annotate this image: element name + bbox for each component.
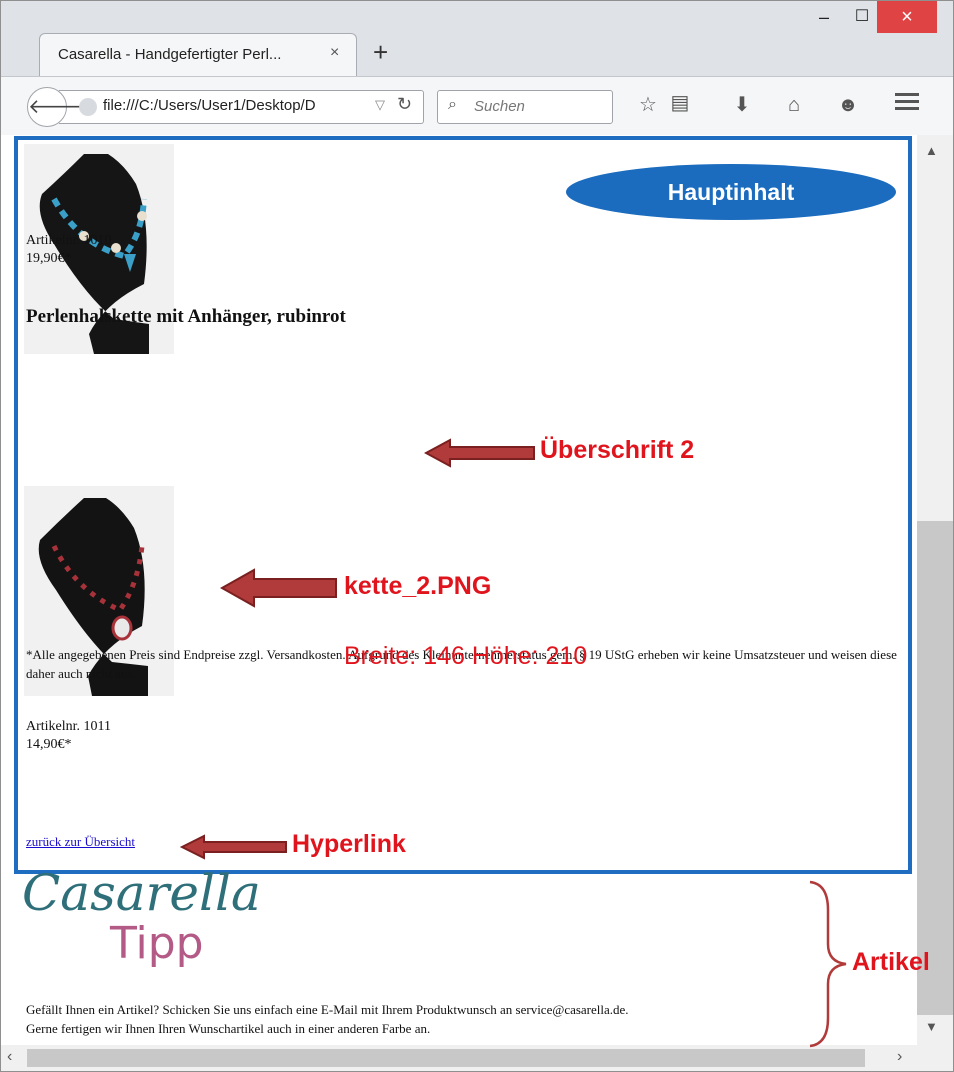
minimize-icon[interactable]: – <box>809 5 839 33</box>
reload-icon[interactable]: ↻ <box>397 94 412 115</box>
back-button[interactable]: 🡐 <box>27 87 82 127</box>
home-icon[interactable]: ⌂ <box>781 93 807 117</box>
scroll-left-icon[interactable]: ‹ <box>7 1048 12 1066</box>
heading-callout: Überschrift 2 <box>540 436 695 464</box>
logo-casarella: Casarella <box>22 864 261 922</box>
casarella-tipp-logo: Casarella Tipp <box>22 864 322 974</box>
chat-icon[interactable]: ☻ <box>835 93 861 117</box>
scroll-down-icon[interactable]: ▼ <box>925 1019 938 1034</box>
vertical-scroll-thumb[interactable] <box>917 521 953 1015</box>
browser-tab[interactable]: Casarella - Handgefertigter Perl... × <box>39 33 357 78</box>
bookmark-star-icon[interactable]: ☆ <box>635 93 661 117</box>
search-box[interactable]: ⌕ Suchen <box>437 90 613 124</box>
hyperlink-callout: Hyperlink <box>292 830 406 858</box>
horizontal-scroll-thumb[interactable] <box>27 1049 865 1067</box>
arrow-left-icon <box>220 568 337 608</box>
search-icon: ⌕ <box>448 96 457 113</box>
footer-text: Gefällt Ihnen ein Artikel? Schicken Sie … <box>26 1000 846 1038</box>
url-dropdown-icon[interactable]: ▽ <box>375 97 385 113</box>
arrow-left-icon <box>180 834 287 860</box>
title-bar: Casarella - Handgefertigter Perl... × + … <box>1 1 953 78</box>
address-bar[interactable]: file:///C:/Users/User1/Desktop/D ▽ ↻ <box>59 90 424 124</box>
vertical-scrollbar[interactable]: ▲ ▼ <box>917 135 953 1045</box>
horizontal-scrollbar[interactable]: ‹ › <box>1 1045 917 1071</box>
scroll-right-icon[interactable]: › <box>897 1048 902 1066</box>
main-content-label: Hauptinhalt <box>566 164 896 220</box>
download-icon[interactable]: ⬇ <box>729 93 755 117</box>
tab-close-icon[interactable]: × <box>330 44 339 62</box>
article-callout: Artikel <box>852 948 930 976</box>
curly-brace-icon <box>809 880 847 1048</box>
maximize-icon[interactable]: ☐ <box>847 5 877 33</box>
globe-icon <box>79 98 97 116</box>
footer-line-1: Gefällt Ihnen ein Artikel? Schicken Sie … <box>26 1002 629 1017</box>
close-window-icon[interactable]: × <box>877 1 937 33</box>
arrow-left-icon <box>424 438 535 468</box>
scroll-up-icon[interactable]: ▲ <box>925 143 938 158</box>
tab-title: Casarella - Handgefertigter Perl... <box>58 46 282 63</box>
main-content-frame <box>14 136 912 874</box>
navigation-toolbar: file:///C:/Users/User1/Desktop/D ▽ ↻ 🡐 ⌕… <box>1 76 953 136</box>
footer-line-2: Gerne fertigen wir Ihnen Ihren Wunschart… <box>26 1021 431 1036</box>
back-icon: 🡐 <box>28 96 82 118</box>
image-callout: kette_2.PNG <box>344 572 492 600</box>
url-text[interactable]: file:///C:/Users/User1/Desktop/D <box>103 97 365 114</box>
scroll-corner <box>917 1045 953 1071</box>
reading-list-icon[interactable]: ▤ <box>667 91 693 115</box>
search-placeholder[interactable]: Suchen <box>474 98 525 115</box>
new-tab-icon[interactable]: + <box>373 39 388 65</box>
menu-icon[interactable] <box>895 93 919 111</box>
image-dimensions-callout: Breite: 146 Höhe: 210 <box>344 642 588 670</box>
logo-tipp: Tipp <box>110 918 204 969</box>
